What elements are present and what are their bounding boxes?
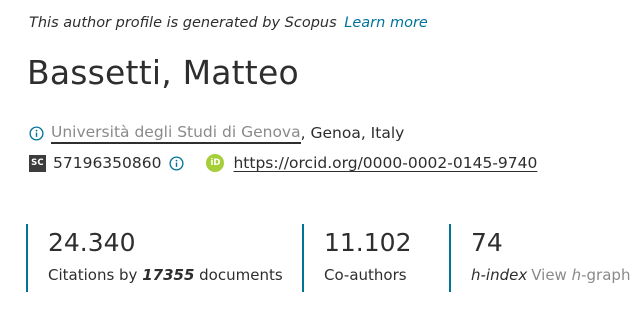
citations-value: 24.340 [48,228,136,257]
hindex-label: h-index [471,266,528,284]
orcid-link[interactable]: https://orcid.org/0000-0002-0145-9740 [233,154,537,172]
hindex-label-row: h-index View h-graph [471,266,630,284]
citations-label-prefix: Citations by [48,266,143,284]
view-h-graph-link[interactable]: View h-graph [531,266,630,284]
scopus-author-id: 57196350860 [53,154,162,172]
identifier-row: SC 57196350860 iD https://orcid.org/0000… [29,152,537,174]
affiliation-link[interactable]: Università degli Studi di Genova [51,123,301,144]
info-icon[interactable] [29,125,44,141]
coauthors-metric: 11.102 Co-authors [302,224,411,292]
citations-document-count: 17355 [142,266,195,284]
view-h-graph-italic: h [571,266,582,284]
orcid-icon: iD [206,154,225,172]
hindex-metric: 74 h-index View h-graph [449,224,630,292]
citations-label-suffix: documents [194,266,283,284]
citations-metric: 24.340 Citations by 17355 documents [26,224,283,292]
coauthors-value: 11.102 [324,228,412,257]
notice-text: This author profile is generated by Scop… [29,15,337,31]
scopus-notice: This author profile is generated by Scop… [29,15,428,31]
learn-more-link[interactable]: Learn more [344,15,428,31]
view-h-graph-suffix: -graph [581,266,631,284]
hindex-value: 74 [471,228,503,257]
author-name: Bassetti, Matteo [27,53,299,92]
citations-label: Citations by 17355 documents [48,266,283,284]
affiliation-row: Università degli Studi di Genova , Genoa… [29,121,404,145]
view-h-graph-prefix: View [531,266,572,284]
info-icon[interactable] [169,155,185,171]
affiliation-location: , Genoa, Italy [300,124,405,142]
coauthors-label: Co-authors [324,266,407,284]
scopus-sc-icon: SC [29,154,46,172]
